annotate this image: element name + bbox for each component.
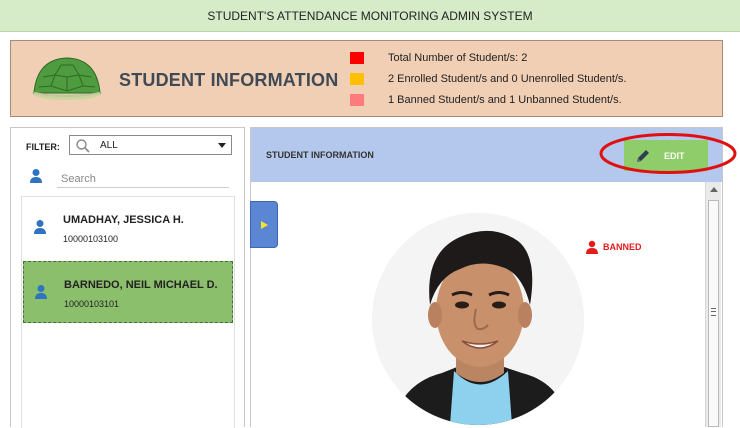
student-photo: [372, 213, 584, 425]
list-item-selected[interactable]: BARNEDO, NEIL MICHAEL D. 10000103101: [23, 261, 233, 323]
filter-value: ALL: [100, 140, 118, 151]
detail-scrollbar[interactable]: [705, 182, 721, 427]
page-title: STUDENT INFORMATION: [119, 70, 339, 90]
chevron-down-icon: [218, 143, 226, 148]
stat-banned-text: 1 Banned Student/s and 1 Unbanned Studen…: [388, 94, 622, 106]
list-item[interactable]: UMADHAY, JESSICA H. 10000103100: [23, 197, 233, 259]
pink-legend-square: [350, 94, 364, 106]
user-icon: [35, 285, 47, 299]
highlight-ellipse-annotation: [599, 133, 737, 174]
student-list: UMADHAY, JESSICA H. 10000103100 BARNEDO,…: [21, 196, 235, 428]
user-icon: [586, 240, 598, 254]
header-panel: STUDENT INFORMATION Total Number of Stud…: [10, 40, 723, 117]
student-portrait-image: [372, 213, 584, 425]
stat-total: Total Number of Student/s: 2: [350, 52, 527, 64]
scroll-up-arrow-icon[interactable]: [710, 187, 718, 192]
student-name: UMADHAY, JESSICA H.: [63, 214, 184, 226]
turtle-shell-logo-icon: [32, 57, 102, 100]
stat-enrolled: 2 Enrolled Student/s and 0 Unenrolled St…: [350, 73, 627, 85]
search-input[interactable]: [57, 170, 229, 188]
orange-legend-square: [350, 73, 364, 85]
stat-total-text: Total Number of Student/s: 2: [388, 52, 528, 64]
status-badge-text: BANNED: [603, 242, 642, 252]
student-list-panel: FILTER: ALL UMADHAY, JESSICA H. 10000103…: [10, 127, 245, 428]
filter-label: FILTER:: [26, 142, 60, 152]
app-title-bar: STUDENT'S ATTENDANCE MONITORING ADMIN SY…: [0, 0, 740, 32]
user-icon: [30, 169, 42, 183]
expand-panel-tab[interactable]: [250, 201, 278, 248]
student-id: 10000103100: [63, 234, 119, 244]
triangle-right-icon: [261, 221, 268, 229]
detail-title: STUDENT INFORMATION: [266, 150, 374, 160]
stat-enrolled-text: 2 Enrolled Student/s and 0 Unenrolled St…: [388, 73, 627, 85]
red-legend-square: [350, 52, 364, 64]
scrollbar-grip-icon: [711, 308, 716, 316]
scrollbar-thumb[interactable]: [708, 200, 719, 427]
app-title: STUDENT'S ATTENDANCE MONITORING ADMIN SY…: [207, 8, 533, 23]
student-id: 10000103101: [64, 299, 120, 309]
stat-banned: 1 Banned Student/s and 1 Unbanned Studen…: [350, 94, 622, 106]
user-icon: [34, 220, 46, 234]
status-badge: BANNED: [585, 240, 642, 254]
search-icon: [76, 139, 90, 153]
student-name: BARNEDO, NEIL MICHAEL D.: [64, 279, 218, 291]
filter-dropdown[interactable]: ALL: [69, 135, 232, 155]
